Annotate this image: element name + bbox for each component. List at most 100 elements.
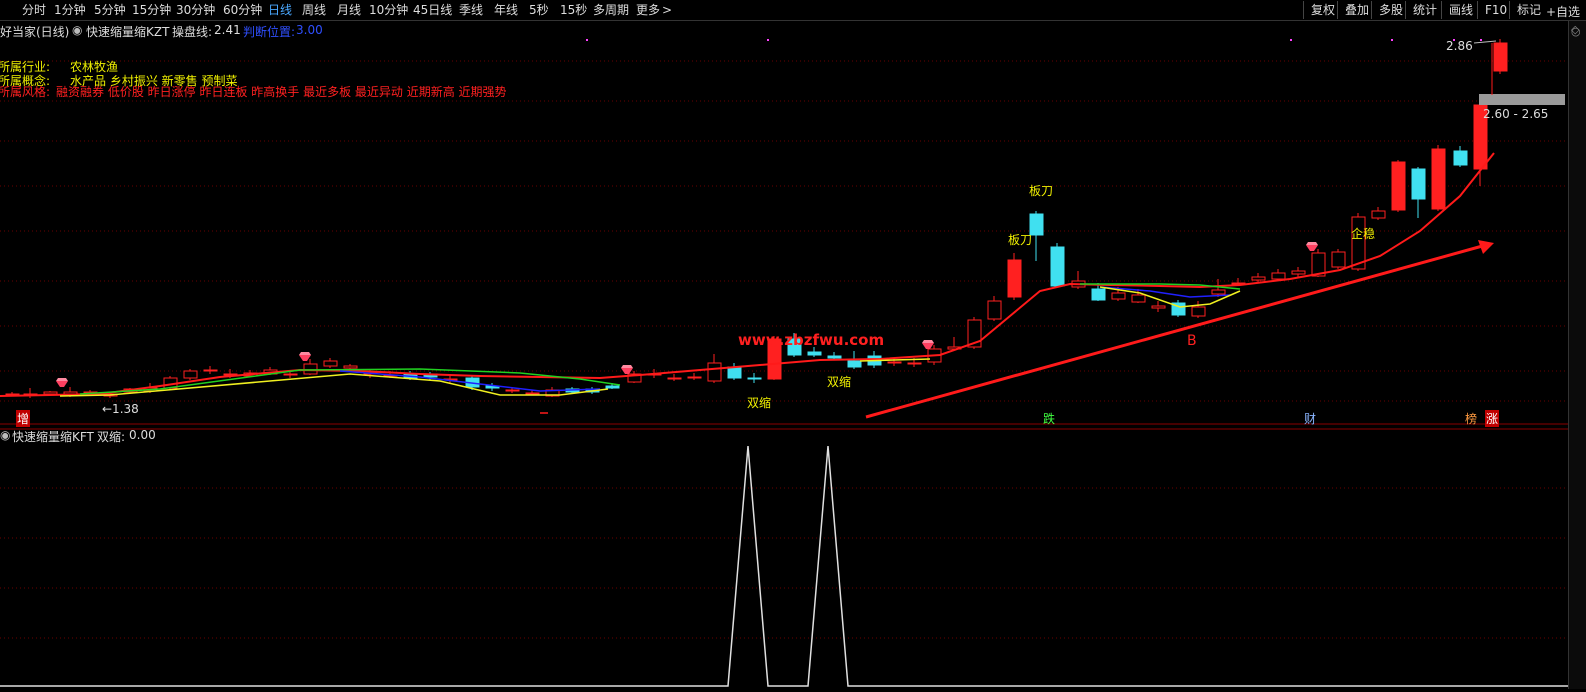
control-line-value: 2.41 [214,23,241,37]
period-tab[interactable]: 45日线 [413,2,452,18]
watermark-text: www.zbzfwu.com [738,331,885,349]
candle-body [203,369,218,372]
price-range-label: 2.60 - 2.65 [1483,107,1549,121]
period-tab[interactable]: 5秒 [529,2,549,18]
indicator-panel[interactable]: ◉ 快速缩量缩KFT 双缩: 0.00 [0,428,1568,689]
signal-bandao-1: 板刀 [1029,184,1054,198]
settings-circle-icon[interactable]: ○ [1571,25,1581,38]
candle-body [707,362,722,382]
diamond-marker-icon [922,343,934,349]
candle-body [1111,292,1126,300]
candle-body [667,377,682,380]
candle-body [1371,210,1386,219]
period-tab[interactable]: 30分钟 [176,2,215,18]
candle-body [43,391,58,395]
diamond-marker-icon [56,381,68,387]
price-pointer [1473,40,1497,44]
period-tab[interactable]: 年线 [494,2,518,18]
candle-body [505,389,520,392]
candlestick-chart-panel[interactable]: 好当家(日线) ◉ 快速缩量缩KZT 操盘线: 2.41 判断位置: 3.00 … [0,21,1568,427]
toolbar-button[interactable]: 画线 [1441,1,1480,19]
magenta-dot [1480,39,1482,41]
candle-body [1007,259,1022,298]
period-tab[interactable]: 日线 [268,2,292,18]
diamond-marker-icon [922,340,934,343]
toolbar-button[interactable]: 统计 [1405,1,1444,19]
period-tab[interactable]: 多周期 [593,2,629,18]
period-tab[interactable]: 5分钟 [94,2,126,18]
add-watchlist-button[interactable]: +自选 [1546,3,1580,20]
candle-body [1493,42,1508,72]
candle-body [1131,294,1146,303]
judge-value: 3.00 [296,23,323,37]
candle-body [1091,288,1106,301]
price-zone-bar [1479,94,1565,105]
candle-body [887,361,902,364]
signal-b: B [1187,333,1197,349]
candle-body [525,392,540,395]
candle-body [1391,161,1406,211]
candle-body [1411,168,1426,200]
period-tab[interactable]: 周线 [302,2,326,18]
magenta-dot [1391,39,1393,41]
price-high-label: 2.86 [1446,39,1473,53]
toolbar-button[interactable]: 标记 [1509,1,1548,19]
candle-body [807,351,822,356]
diamond-marker-icon [56,378,68,381]
candle-body [1191,306,1206,317]
tag-die: 跌 [1043,412,1056,426]
control-line-label: 操盘线: [172,25,213,39]
vertical-scrollbar[interactable]: ◇ ○ [1568,21,1586,689]
candle-body [727,366,742,379]
period-tab[interactable]: 15秒 [560,2,587,18]
indicator-toggle-icon[interactable]: ◉ [72,23,82,37]
period-tab[interactable]: 1分钟 [54,2,86,18]
moving-average-line [0,152,1495,397]
period-tab[interactable]: 60分钟 [223,2,262,18]
shuangsuo-signal-line [0,445,1568,687]
candle-body [687,376,702,379]
style-value: 融资融券 低价股 昨日涨停 昨日连板 昨高换手 最近多板 最近异动 近期新高 近… [56,85,507,99]
indicator-name[interactable]: 快速缩量缩KFT [12,428,94,445]
tag-zhang: 涨 [1485,410,1500,427]
stock-title: 好当家(日线) [0,25,70,39]
magenta-dot [586,39,588,41]
diamond-marker-icon [299,352,311,355]
candle-body [747,377,762,380]
period-tab[interactable]: 季线 [459,2,483,18]
signal-shuangsuo-1: 双缩 [747,396,772,410]
more-chevron-icon[interactable]: > [662,2,672,18]
period-tab[interactable]: 15分钟 [132,2,171,18]
period-tab[interactable]: 10分钟 [369,2,408,18]
candle-body [1291,270,1306,275]
indicator-value: 0.00 [129,428,156,442]
candle-body [343,365,358,369]
indicator-toggle-icon[interactable]: ◉ [0,428,10,442]
candle-body [847,360,862,368]
candle-body [1151,305,1166,309]
candle-body [827,355,842,359]
signal-bandao-2: 板刀 [1008,233,1033,247]
period-tab[interactable]: 更多 [636,2,660,18]
indicator-chart [0,428,1568,687]
candle-body [323,360,338,367]
signal-shuangsuo-2: 双缩 [827,375,852,389]
period-tab[interactable]: 月线 [337,2,361,18]
tag-zeng: 增 [16,410,31,427]
tag-cai: 财 [1304,412,1317,426]
style-label: 所属风格: [0,85,51,99]
diamond-marker-icon [299,355,311,361]
indicator-value-label: 双缩: [97,430,126,444]
magenta-dot [767,39,769,41]
candle-body [1431,148,1446,210]
price-low-label: ←1.38 [102,402,139,416]
candle-body [907,362,922,365]
candle-body [1331,251,1346,268]
candle-body [1251,276,1266,281]
candle-body [303,363,318,375]
period-toolbar: 分时 1分钟 5分钟 15分钟 30分钟 60分钟 日线 周线 月线 10分钟 45日线 季线 年线 5秒… [0,0,1586,21]
period-tab[interactable]: 分时 [22,2,46,18]
candle-body [987,300,1002,320]
diamond-marker-icon [1306,245,1318,251]
main-indicator-name[interactable]: 快速缩量缩KZT [86,23,169,40]
